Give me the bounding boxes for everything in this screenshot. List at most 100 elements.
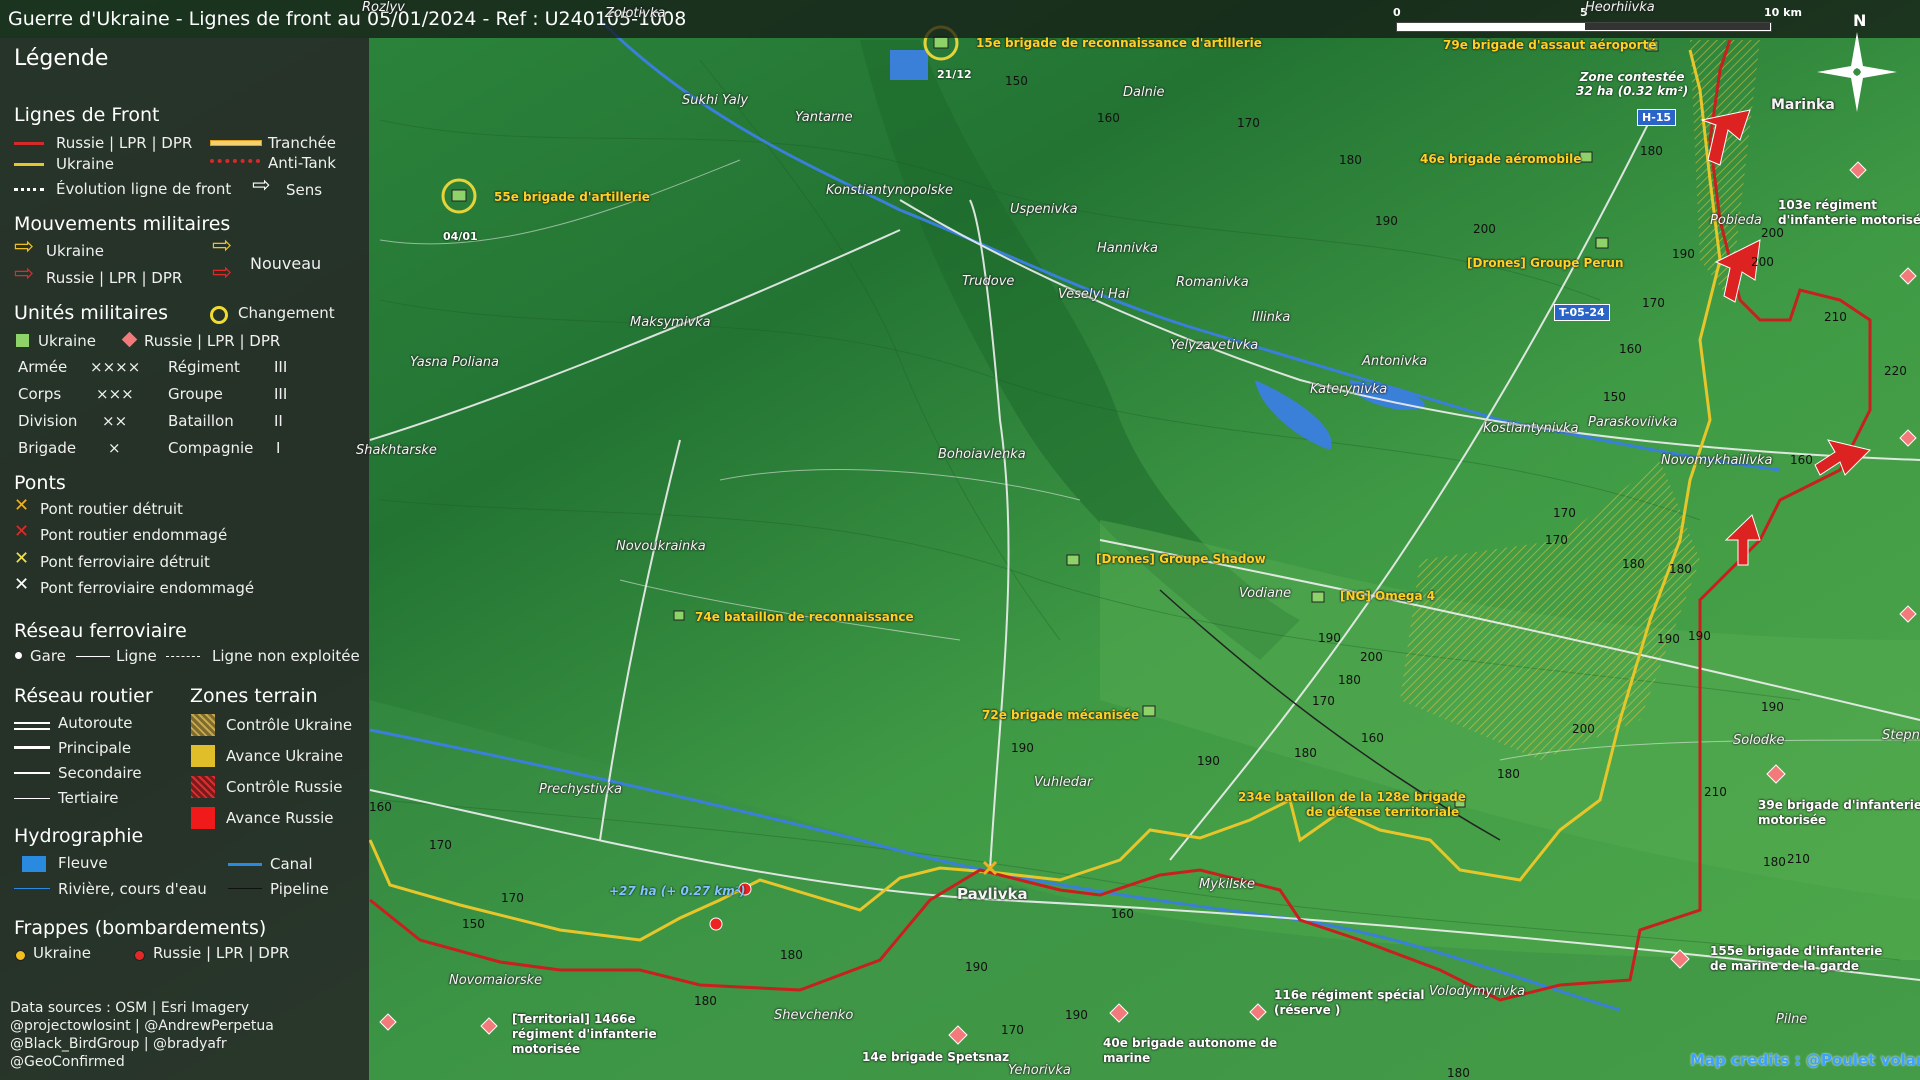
legend-front-lines-title: Lignes de Front — [14, 104, 160, 126]
elevation-label: 170 — [429, 838, 452, 852]
legend-zone-item: Contrôle Ukraine — [226, 716, 353, 734]
ukraine-move-arrow-icon: ⇨ — [14, 232, 35, 260]
unit-label-russia[interactable]: de marine de la garde — [1710, 959, 1859, 973]
unit-label-russia[interactable]: motorisée — [512, 1042, 580, 1056]
place-label: Vuhledar — [1034, 775, 1093, 790]
unit-label-russia[interactable]: 116e régiment spécial — [1274, 988, 1425, 1002]
place-label: Yantarne — [795, 110, 853, 125]
unit-label-russia[interactable]: 14e brigade Spetsnaz — [862, 1050, 1009, 1064]
elevation-label: 200 — [1360, 650, 1383, 664]
russia-strike-dot-icon — [134, 950, 145, 961]
elevation-label: 180 — [1640, 144, 1663, 158]
unit-label-russia[interactable]: 40e brigade autonome de — [1103, 1036, 1277, 1050]
legend-front-trench: Tranchée — [268, 134, 337, 152]
place-label: Solodke — [1733, 733, 1785, 748]
legend-bridge-item: Pont routier détruit — [40, 500, 183, 518]
unit-label-russia[interactable]: motorisée — [1758, 813, 1826, 827]
elevation-label: 200 — [1572, 722, 1595, 736]
place-label: Yelyzavetivka — [1170, 338, 1259, 353]
unit-row-label: Corps — [18, 385, 62, 403]
legend-hydro-stream: Rivière, cours d'eau — [58, 880, 207, 898]
elevation-label: 210 — [1704, 785, 1727, 799]
scale-label-start: 0 — [1393, 6, 1401, 19]
unit-label-ukraine[interactable]: 15e brigade de reconnaissance d'artiller… — [976, 36, 1262, 50]
place-label: Stepne — [1882, 728, 1920, 743]
legend-panel: Légende Lignes de Front Russie | LPR | D… — [0, 38, 369, 1080]
legend-hydro-pipeline: Pipeline — [270, 880, 329, 898]
scale-bar-half — [1585, 23, 1770, 30]
map-credits: Map credits : @Poulet volant3 — [1690, 1051, 1920, 1069]
elevation-label: 220 — [1884, 364, 1907, 378]
change-circle-icon — [210, 306, 228, 324]
unit-row-symbol2: III — [274, 385, 288, 403]
map-title: Guerre d'Ukraine - Lignes de front au 05… — [8, 8, 687, 30]
elevation-label: 160 — [1361, 731, 1384, 745]
direction-arrow-icon: ⇨ — [252, 173, 271, 198]
unit-label-ukraine[interactable]: [Drones] Groupe Shadow — [1096, 552, 1266, 566]
unit-label-russia[interactable]: (réserve ) — [1274, 1003, 1340, 1017]
place-label: Novoukrainka — [616, 539, 706, 554]
data-source-line: @GeoConfirmed — [10, 1054, 125, 1070]
elevation-label: 190 — [965, 960, 988, 974]
elevation-label: 160 — [369, 800, 392, 814]
elevation-label: 160 — [1619, 342, 1642, 356]
unit-label-ukraine[interactable]: de défense territoriale — [1306, 805, 1459, 819]
unit-label-ukraine[interactable]: 79e brigade d'assaut aéroporté — [1443, 38, 1656, 52]
unit-label-russia[interactable]: d'infanterie motorisée — [1778, 213, 1920, 227]
unit-label-russia[interactable]: régiment d'infanterie — [512, 1027, 657, 1041]
unit-label-russia[interactable]: 103e régiment — [1778, 198, 1877, 212]
elevation-label: 180 — [1447, 1066, 1470, 1080]
station-dot-icon — [15, 652, 22, 659]
secondary-road-symbol — [14, 772, 50, 774]
unit-change-date: 04/01 — [443, 230, 478, 243]
unit-label-ukraine[interactable]: [Drones] Groupe Perun — [1467, 256, 1624, 270]
rail-bridge-destroyed-icon: ✕ — [14, 548, 30, 569]
unit-row-label2: Bataillon — [168, 412, 234, 430]
legend-bridges-title: Ponts — [14, 472, 66, 494]
map-viewport[interactable]: Guerre d'Ukraine - Lignes de front au 05… — [0, 0, 1920, 1080]
contested-zone-label: Zone contestée 32 ha (0.32 km²) — [1576, 70, 1688, 98]
legend-units-title: Unités militaires — [14, 302, 169, 324]
place-label: Bohoiavlenka — [938, 447, 1026, 462]
unit-label-russia[interactable]: marine — [1103, 1051, 1150, 1065]
place-label: Uspenivka — [1010, 202, 1078, 217]
place-label: Pavlivka — [957, 885, 1028, 903]
place-label: Yasna Poliana — [410, 355, 500, 370]
ukraine-strike-dot-icon — [15, 950, 26, 961]
elevation-label: 180 — [1338, 673, 1361, 687]
place-label: Konstiantynopolske — [826, 183, 954, 198]
unit-label-russia[interactable]: 39e brigade d'infanterie — [1758, 798, 1920, 812]
unit-label-ukraine[interactable]: [NG] Omega 4 — [1340, 589, 1435, 603]
legend-bridge-item: Pont routier endommagé — [40, 526, 228, 544]
legend-rail-unused: Ligne non exploitée — [212, 647, 360, 665]
legend-hydro-canal: Canal — [270, 855, 313, 873]
unit-label-ukraine[interactable]: 72e brigade mécanisée — [982, 708, 1139, 722]
elevation-label: 170 — [1553, 506, 1576, 520]
place-label: Marinka — [1771, 97, 1835, 113]
elevation-label: 180 — [1763, 855, 1786, 869]
main-road-symbol — [14, 746, 50, 749]
legend-move-ukraine: Ukraine — [46, 242, 104, 260]
road-shield-h15: H-15 — [1637, 109, 1677, 126]
russia-line-symbol — [14, 142, 44, 145]
russia-unit-diamond-icon — [121, 331, 138, 348]
place-label: Romanivka — [1176, 275, 1249, 290]
unit-label-russia[interactable]: 155e brigade d'infanterie — [1710, 944, 1882, 958]
unit-row-symbol: ×× — [102, 412, 128, 430]
unit-label-ukraine[interactable]: 74e bataillon de reconnaissance — [695, 610, 914, 624]
unit-label-ukraine[interactable]: 55e brigade d'artillerie — [494, 190, 650, 204]
place-label: Pobieda — [1710, 213, 1762, 228]
legend-road-item: Principale — [58, 739, 132, 757]
unit-label-ukraine[interactable]: 234e bataillon de la 128e brigade — [1238, 790, 1466, 804]
unit-row-symbol: × — [108, 439, 121, 457]
legend-units-change: Changement — [238, 304, 335, 322]
tertiary-road-symbol — [14, 798, 50, 799]
new-ukraine-arrow-icon: ⇨ — [212, 231, 233, 259]
legend-front-russia: Russie | LPR | DPR — [56, 134, 193, 152]
unit-row-symbol2: I — [276, 439, 281, 457]
place-label: Paraskoviivka — [1588, 415, 1678, 430]
legend-strikes-russia: Russie | LPR | DPR — [153, 944, 290, 962]
unit-row-symbol: ××× — [96, 385, 134, 403]
unit-label-russia[interactable]: [Territorial] 1466e — [512, 1012, 636, 1026]
unit-label-ukraine[interactable]: 46e brigade aéromobile — [1420, 152, 1581, 166]
